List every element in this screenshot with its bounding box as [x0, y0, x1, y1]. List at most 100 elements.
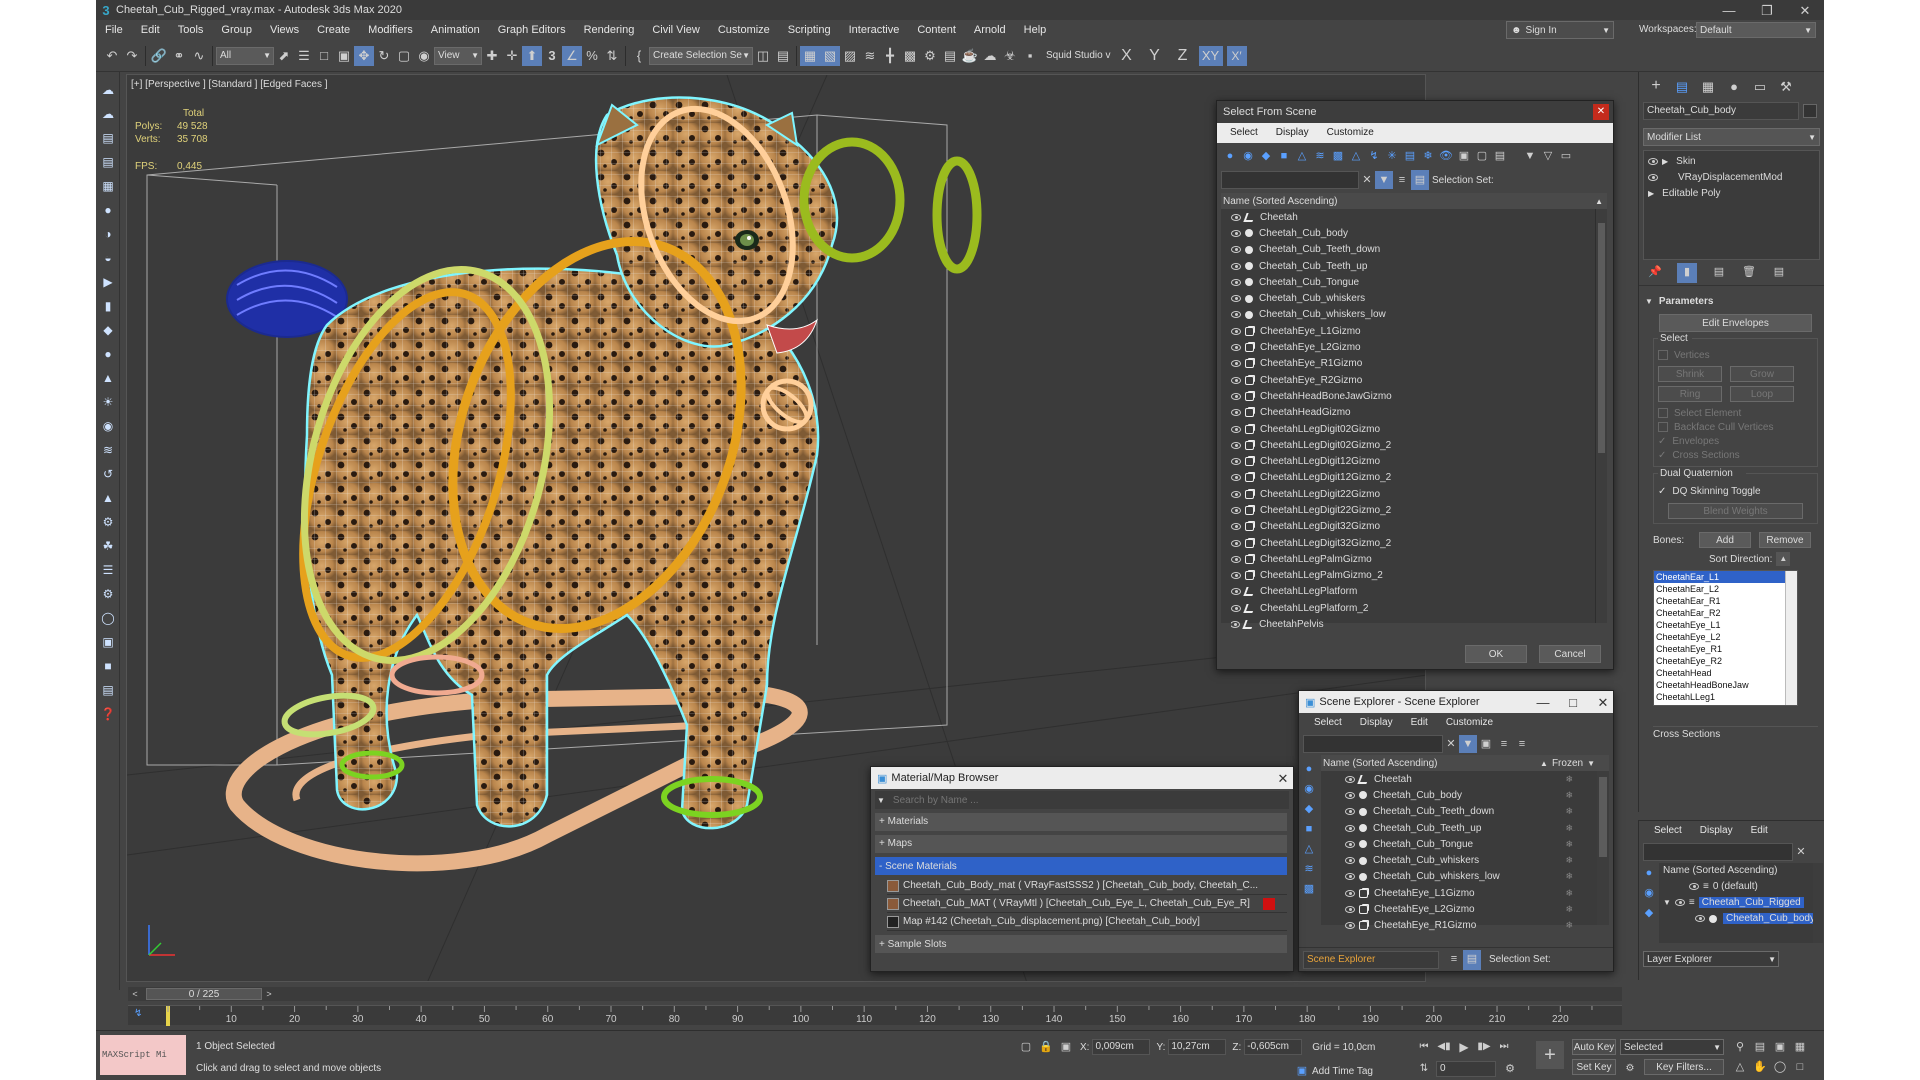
- layer-icon[interactable]: ≡: [1513, 734, 1531, 754]
- visibility-icon[interactable]: [1345, 857, 1355, 865]
- left-tool-sun-icon[interactable]: ☀: [96, 390, 120, 414]
- display-none-icon[interactable]: ▢: [1473, 146, 1491, 166]
- selection-lock-icon[interactable]: 🔒: [1036, 1037, 1056, 1057]
- create-tab-icon[interactable]: +: [1643, 76, 1669, 96]
- goto-start-icon[interactable]: ⏮: [1414, 1037, 1434, 1057]
- list-item[interactable]: CheetahEye_R1Gizmo: [1231, 356, 1591, 372]
- goto-end-icon[interactable]: ⏭: [1494, 1037, 1514, 1057]
- list-item[interactable]: CheetahHeadGizmo: [1231, 405, 1591, 421]
- list-item[interactable]: Cheetah_Cub_whiskers_low: [1231, 307, 1591, 323]
- list-item[interactable]: CheetahLLegPalmGizmo_2: [1231, 568, 1591, 584]
- list-item[interactable]: CheetahLLegPalmGizmo: [1231, 551, 1591, 567]
- visibility-icon[interactable]: [1231, 327, 1241, 335]
- edit-named-sets-icon[interactable]: {: [629, 46, 649, 66]
- visibility-icon[interactable]: [1231, 278, 1241, 286]
- left-tool-image-icon[interactable]: ▤: [96, 126, 120, 150]
- curve-editor-icon[interactable]: ≋: [860, 46, 880, 66]
- blend-weights-button[interactable]: Blend Weights: [1668, 503, 1803, 519]
- render-setup-icon[interactable]: ⚙: [920, 46, 940, 66]
- visibility-icon[interactable]: [1231, 604, 1241, 612]
- list-item[interactable]: CheetahEye_R1Gizmo ❄: [1345, 918, 1593, 934]
- menu-animation[interactable]: Animation: [422, 20, 489, 40]
- scale-icon[interactable]: ▢: [394, 46, 414, 66]
- filter-hidden-icon[interactable]: 👁: [1437, 146, 1455, 166]
- frozen-icon[interactable]: ❄: [1565, 855, 1573, 866]
- prev-key-icon[interactable]: ◀▮: [1434, 1037, 1454, 1057]
- display-tab-icon[interactable]: ▭: [1747, 76, 1773, 96]
- link-icon[interactable]: 🔗: [149, 46, 169, 66]
- left-tool-refresh-icon[interactable]: ↺: [96, 462, 120, 486]
- object-name-field[interactable]: Cheetah_Cub_body: [1643, 102, 1799, 120]
- menu-civil-view[interactable]: Civil View: [643, 20, 708, 40]
- frozen-icon[interactable]: ❄: [1565, 774, 1573, 785]
- viewport-label[interactable]: [+] [Perspective ] [Standard ] [Edged Fa…: [131, 79, 328, 90]
- zoom-extents-icon[interactable]: ▣: [1770, 1037, 1790, 1057]
- list-item[interactable]: CheetahLLegDigit32Gizmo: [1231, 519, 1591, 535]
- show-end-result-icon[interactable]: ▮: [1677, 262, 1697, 283]
- menu-create[interactable]: Create: [308, 20, 359, 40]
- filter-spacewarps-icon[interactable]: ≋: [1299, 859, 1319, 879]
- place-icon[interactable]: ◉: [414, 46, 434, 66]
- visibility-icon[interactable]: [1231, 458, 1241, 466]
- visibility-icon[interactable]: [1231, 539, 1241, 547]
- stack-item-editable-poly[interactable]: ▶ Editable Poly: [1644, 186, 1819, 202]
- layer-menu-edit[interactable]: Edit: [1742, 821, 1777, 841]
- time-config-icon[interactable]: ⚙: [1500, 1059, 1520, 1079]
- vray-render-icon[interactable]: ☣: [1000, 46, 1020, 66]
- left-tool-diamond-icon[interactable]: ◆: [96, 318, 120, 342]
- sort-direction-icon[interactable]: ▲: [1776, 552, 1791, 566]
- left-tool-leaf-icon[interactable]: ☘: [96, 534, 120, 558]
- list-item[interactable]: CheetahHeadBoneJawGizmo: [1231, 388, 1591, 404]
- snap-toggle-icon[interactable]: 3: [542, 46, 562, 66]
- menu-help[interactable]: Help: [1015, 20, 1056, 40]
- frozen-icon[interactable]: ❄: [1565, 888, 1573, 899]
- key-filters-button[interactable]: Key Filters...: [1644, 1059, 1724, 1075]
- visibility-icon[interactable]: [1345, 824, 1355, 832]
- left-tool-wave-icon[interactable]: ≋: [96, 438, 120, 462]
- left-tool-window-icon[interactable]: ▤: [96, 678, 120, 702]
- key-selection-dropdown[interactable]: Selected ▼: [1620, 1039, 1724, 1055]
- dialog-titlebar[interactable]: Select From Scene ✕: [1217, 101, 1613, 123]
- loop-button[interactable]: Loop: [1730, 386, 1794, 402]
- list-item[interactable]: CheetahLLegPlatform_2: [1231, 600, 1591, 616]
- maximize-viewport-icon[interactable]: □: [1790, 1057, 1810, 1077]
- zoom-all-icon[interactable]: ▤: [1750, 1037, 1770, 1057]
- menu-arnold[interactable]: Arnold: [965, 20, 1015, 40]
- left-tool-sphere-icon[interactable]: ●: [96, 198, 120, 222]
- menu-group[interactable]: Group: [212, 20, 261, 40]
- filter-cameras-icon[interactable]: ■: [1275, 146, 1293, 166]
- menu-edit[interactable]: Edit: [132, 20, 169, 40]
- visibility-icon[interactable]: [1345, 808, 1355, 816]
- filter-shapes-icon[interactable]: ◉: [1299, 779, 1319, 799]
- scene-material-item[interactable]: Map #142 (Cheetah_Cub_displacement.png) …: [887, 913, 1287, 931]
- left-tool-arrow-icon[interactable]: ▶: [96, 270, 120, 294]
- visibility-icon[interactable]: [1231, 621, 1241, 629]
- key-filter-icon[interactable]: ⚙: [1620, 1059, 1640, 1079]
- scene-explorer-scrollbar[interactable]: [1597, 771, 1609, 925]
- current-frame-field[interactable]: 0: [1436, 1061, 1496, 1077]
- cross-sections-rollout[interactable]: Cross Sections: [1653, 726, 1818, 742]
- clear-icon[interactable]: ✕: [1359, 170, 1375, 190]
- window-crossing-icon[interactable]: ▣: [334, 46, 354, 66]
- layer-explorer-toggle-icon[interactable]: ▧: [820, 45, 840, 66]
- edit-envelopes-button[interactable]: Edit Envelopes: [1659, 314, 1812, 332]
- se-menu-select[interactable]: Select: [1305, 713, 1351, 733]
- menu-views[interactable]: Views: [261, 20, 308, 40]
- layer-cheetah-rigged[interactable]: ▼ ≡ Cheetah_Cub_Rigged: [1659, 894, 1823, 910]
- se-menu-customize[interactable]: Customize: [1437, 713, 1502, 733]
- material-group-1[interactable]: + Maps: [875, 835, 1287, 853]
- close-icon[interactable]: ✕: [1273, 768, 1293, 788]
- dialog-search-input[interactable]: [1221, 171, 1359, 189]
- frozen-icon[interactable]: ❄: [1565, 920, 1573, 931]
- maxscript-listener[interactable]: MAXScript Mi: [100, 1035, 186, 1075]
- chevron-down-icon[interactable]: ▼: [877, 796, 885, 805]
- workspace-dropdown[interactable]: Default ▼: [1696, 22, 1816, 38]
- bone-list-item[interactable]: CheetahEar_L1: [1654, 571, 1797, 583]
- hierarchy-icon[interactable]: ≡: [1393, 170, 1411, 190]
- layer-icon[interactable]: ≡: [1445, 950, 1463, 970]
- pan-icon[interactable]: ✋: [1750, 1057, 1770, 1077]
- rect-selection-icon[interactable]: □: [314, 46, 334, 66]
- play-icon[interactable]: ▶: [1454, 1037, 1474, 1057]
- se-menu-edit[interactable]: Edit: [1402, 713, 1437, 733]
- filter-groups-icon[interactable]: ▩: [1329, 146, 1347, 166]
